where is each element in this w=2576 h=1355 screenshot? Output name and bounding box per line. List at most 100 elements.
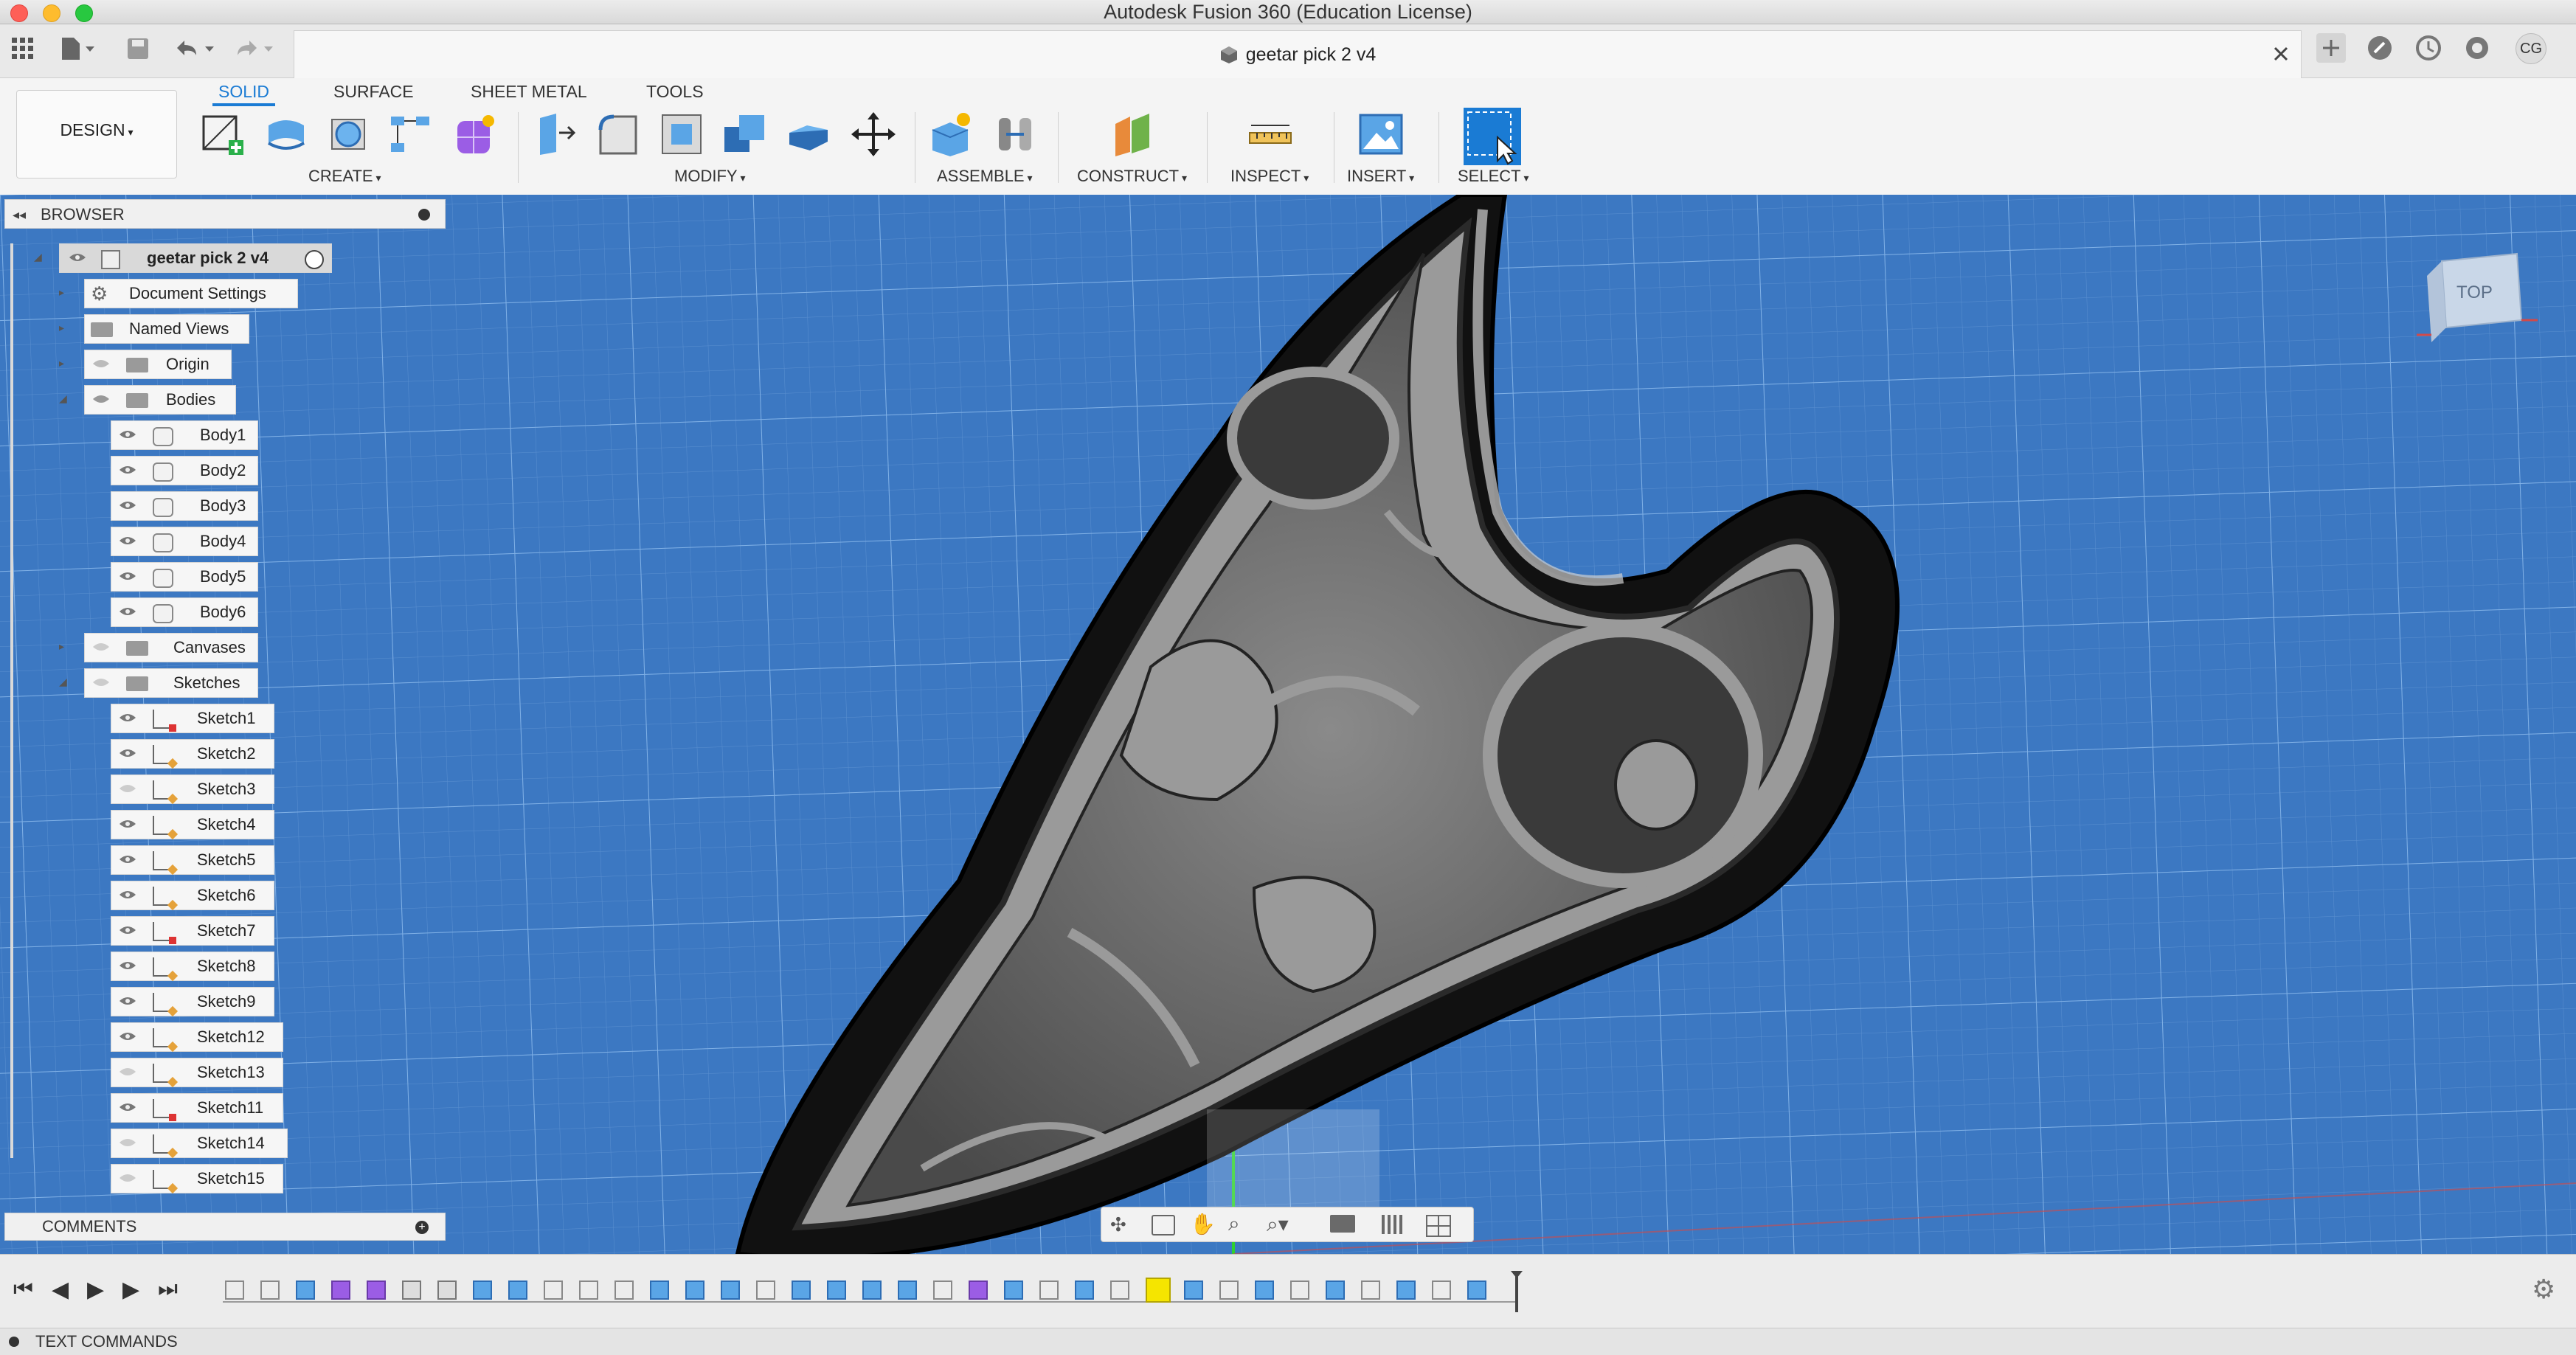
modify-menu[interactable]: MODIFY ▾ [674,167,745,186]
expand-triangle-icon[interactable]: ▸ [59,357,64,370]
tree-item-sketch[interactable]: Sketch5 [111,845,274,876]
help-menu-icon[interactable] [2464,35,2490,61]
tree-item-body[interactable]: Body3 [111,491,258,521]
tab-solid[interactable]: SOLID [212,78,276,106]
tree-folder-named-views[interactable]: Named Views [84,314,249,344]
insert-menu[interactable]: INSERT ▾ [1347,167,1414,186]
timeline-settings-gear-icon[interactable]: ⚙ [2532,1274,2555,1305]
document-tab[interactable]: geetar pick 2 v4 [294,30,2302,78]
comments-panel[interactable]: COMMENTS + [4,1213,446,1241]
step-back-icon[interactable]: ◀ [52,1277,69,1303]
undo-icon[interactable] [173,36,217,61]
add-comment-icon[interactable]: + [415,1221,429,1234]
visibility-eye-icon[interactable] [119,500,136,510]
text-commands-bar[interactable]: TEXT COMMANDS [0,1328,2576,1355]
visibility-eye-icon[interactable] [119,1067,136,1077]
tree-item-sketch[interactable]: Sketch6 [111,881,274,911]
tree-folder-bodies[interactable]: Bodies [84,385,236,415]
pattern-icon[interactable] [387,111,434,158]
chamfer-icon[interactable] [658,111,705,158]
tree-item-sketch[interactable]: Sketch14 [111,1129,288,1159]
extensions-icon[interactable] [2366,35,2393,61]
pan-hand-icon[interactable]: ✋ [1190,1212,1216,1236]
extrude-icon[interactable] [263,111,310,158]
offset-plane-icon[interactable] [1109,111,1157,158]
tree-item-sketch[interactable]: Sketch15 [111,1164,283,1194]
visibility-eye-icon[interactable] [92,642,110,652]
zoom-window-icon[interactable]: ⌕▾ [1267,1212,1289,1237]
tree-item-body[interactable]: Body5 [111,562,258,592]
create-sketch-icon[interactable] [199,111,246,158]
tree-item-sketch[interactable]: Sketch13 [111,1058,283,1088]
visibility-eye-icon[interactable] [119,1173,136,1183]
save-icon[interactable] [125,36,150,61]
tree-item-sketch[interactable]: Sketch7 [111,916,274,946]
tree-item-body[interactable]: Body1 [111,420,258,450]
expand-triangle-icon[interactable]: ▸ [59,322,64,334]
press-pull-icon[interactable] [531,111,578,158]
tree-item-sketch[interactable]: Sketch11 [111,1093,283,1123]
move-copy-icon[interactable] [850,111,897,158]
file-menu-icon[interactable] [59,36,96,61]
orbit-icon[interactable]: ✣ [1110,1213,1126,1236]
expand-triangle-icon[interactable]: ▸ [59,286,64,299]
visibility-eye-icon[interactable] [119,713,136,723]
step-forward-icon[interactable]: ▶ [122,1277,139,1303]
tree-item-sketch[interactable]: Sketch1 [111,704,274,733]
visibility-eye-icon[interactable] [119,783,136,794]
insert-canvas-icon[interactable] [1357,111,1405,158]
tree-folder-origin[interactable]: Origin [84,350,232,379]
visibility-eye-icon[interactable] [119,1031,136,1042]
tab-surface[interactable]: SURFACE [333,78,414,105]
tree-item-body[interactable]: Body6 [111,597,258,627]
tree-item-sketch[interactable]: Sketch2 [111,739,274,769]
construct-menu[interactable]: CONSTRUCT ▾ [1077,167,1187,186]
redo-icon[interactable] [232,36,276,61]
look-at-icon[interactable] [1152,1215,1175,1236]
visibility-eye-icon[interactable] [119,465,136,475]
activate-component-icon[interactable] [305,250,324,269]
workspace-switcher[interactable]: DESIGN ▾ [16,90,177,179]
user-avatar[interactable]: CG [2516,33,2546,64]
visibility-eye-icon[interactable] [92,677,110,687]
display-settings-icon[interactable] [1330,1215,1355,1233]
visibility-eye-icon[interactable] [69,252,86,263]
combine-icon[interactable] [721,111,769,158]
visibility-eye-icon[interactable] [119,996,136,1006]
visibility-eye-icon[interactable] [119,748,136,758]
tree-item-sketch[interactable]: Sketch8 [111,952,274,982]
visibility-eye-icon[interactable] [92,394,110,404]
tab-sheet-metal[interactable]: SHEET METAL [471,78,587,105]
tree-item-sketch[interactable]: Sketch4 [111,810,274,840]
expand-triangle-icon[interactable]: ▸ [59,640,64,653]
tree-root-component[interactable]: geetar pick 2 v4 [59,243,332,273]
visibility-eye-icon[interactable] [119,890,136,900]
tree-folder-document-settings[interactable]: ⚙ Document Settings [84,279,298,308]
visibility-eye-icon[interactable] [119,854,136,864]
expand-triangle-icon[interactable]: ◢ [34,251,42,263]
tree-item-sketch[interactable]: Sketch12 [111,1022,283,1053]
new-tab-button[interactable] [2316,33,2346,63]
play-icon[interactable]: ▶ [87,1277,104,1303]
tree-item-sketch[interactable]: Sketch3 [111,774,274,805]
grid-snaps-icon[interactable] [1382,1215,1404,1234]
visibility-eye-icon[interactable] [119,1137,136,1148]
collapse-triangle-icon[interactable]: ◢ [59,392,67,405]
inspect-menu[interactable]: INSPECT ▾ [1230,167,1309,186]
tree-item-body[interactable]: Body4 [111,527,258,556]
create-menu[interactable]: CREATE ▾ [308,167,381,186]
go-to-end-icon[interactable]: ⏭ [158,1277,178,1302]
visibility-eye-icon[interactable] [119,429,136,440]
visibility-eye-icon[interactable] [119,1102,136,1112]
viewports-icon[interactable] [1426,1215,1451,1237]
measure-icon[interactable] [1247,111,1294,158]
visibility-eye-icon[interactable] [119,606,136,617]
offset-face-icon[interactable] [785,111,832,158]
job-status-icon[interactable] [2415,35,2442,61]
browser-minimize-icon[interactable] [418,209,430,221]
text-commands-toggle-icon[interactable] [9,1337,19,1347]
revolve-icon[interactable] [325,111,372,158]
visibility-eye-icon[interactable] [92,358,110,369]
collapse-triangle-icon[interactable]: ◢ [59,676,67,688]
timeline-track[interactable] [218,1269,1531,1314]
